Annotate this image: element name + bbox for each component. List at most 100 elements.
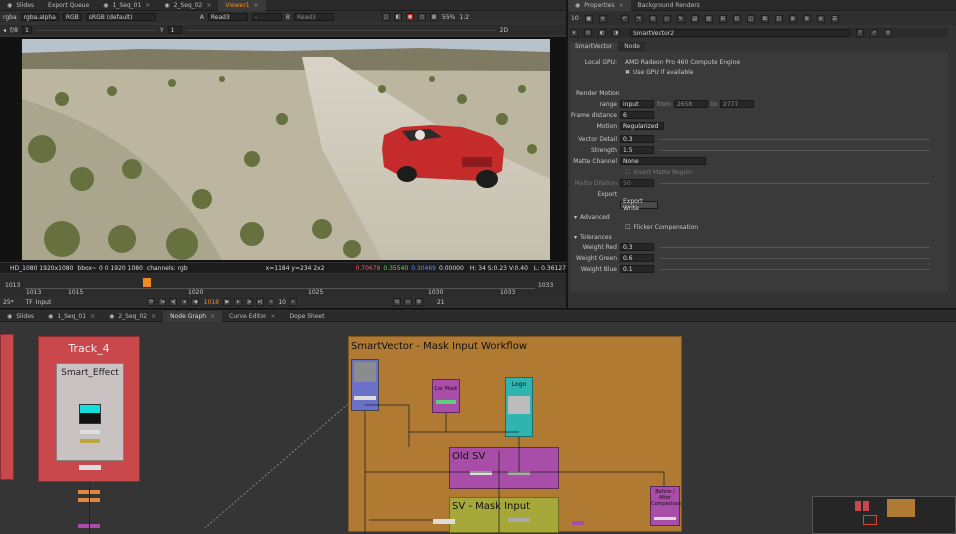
help-icon[interactable]: ? bbox=[856, 29, 864, 37]
redo-icon[interactable]: ↷ bbox=[634, 14, 643, 23]
tool-icon[interactable]: ⊠ bbox=[760, 14, 769, 23]
proxy-dropdown[interactable]: 1:2 bbox=[459, 14, 469, 21]
node-graph[interactable]: Track_4 Smart_Effect SmartVector - Mask … bbox=[0, 322, 956, 534]
prev-keyframe-button[interactable]: ◂| bbox=[169, 298, 178, 306]
step-back-button[interactable]: ◂ bbox=[180, 298, 189, 306]
range-mode-dropdown[interactable]: Input bbox=[36, 299, 52, 306]
last-frame-button[interactable]: ▸| bbox=[256, 298, 265, 306]
advanced-toggle[interactable]: ▾ bbox=[570, 214, 577, 221]
tab-dope-sheet[interactable]: Dope Sheet bbox=[283, 311, 332, 322]
close-icon[interactable]: × bbox=[145, 2, 150, 9]
cache-icon[interactable]: ⟳ bbox=[147, 298, 156, 306]
close-icon[interactable]: × bbox=[254, 2, 259, 9]
channels-dropdown[interactable]: rgba bbox=[3, 14, 17, 21]
node-icon[interactable]: ◇ bbox=[662, 14, 671, 23]
close-icon[interactable]: × bbox=[884, 29, 892, 37]
smart-effect-backdrop[interactable]: Smart_Effect bbox=[56, 363, 124, 461]
tool-icon[interactable]: ⊡ bbox=[774, 14, 783, 23]
node[interactable] bbox=[80, 439, 100, 443]
motion-dropdown[interactable]: Regularized bbox=[620, 122, 664, 130]
export-write-button[interactable]: Export Write bbox=[620, 198, 658, 212]
smartvector-backdrop[interactable]: SmartVector - Mask Input Workflow Car Ma… bbox=[348, 336, 682, 533]
lock-icon[interactable]: ▣ bbox=[584, 14, 593, 23]
display-dropdown[interactable]: sRGB (default) bbox=[85, 13, 156, 21]
timeline-format-dropdown[interactable]: TF bbox=[26, 299, 33, 306]
tab-seq-01[interactable]: ◉ 1_Seq_01 × bbox=[96, 0, 157, 11]
play-forward-button[interactable]: ▶ bbox=[223, 298, 232, 306]
weight-green-slider[interactable] bbox=[660, 258, 930, 259]
weight-red-field[interactable]: 0.3 bbox=[620, 243, 654, 251]
roi-icon[interactable]: ▢ bbox=[382, 13, 391, 21]
close-icon[interactable]: × bbox=[206, 2, 211, 9]
wipe-mode-dropdown[interactable]: - bbox=[251, 13, 282, 21]
matte-dilation-slider[interactable] bbox=[660, 183, 930, 184]
node-thumbnail[interactable] bbox=[79, 404, 101, 424]
tool-icon[interactable]: ⊞ bbox=[718, 14, 727, 23]
tab-slides-bottom[interactable]: ◉ Slides bbox=[0, 311, 41, 322]
strength-field[interactable]: 1.5 bbox=[620, 146, 654, 154]
weight-green-field[interactable]: 0.6 bbox=[620, 254, 654, 262]
tool-icon[interactable]: ▤ bbox=[690, 14, 699, 23]
close-icon[interactable]: × bbox=[619, 2, 624, 9]
before-after-node[interactable]: Before / After Comparison bbox=[650, 486, 681, 526]
loop-icon[interactable]: ⇆ bbox=[392, 298, 401, 306]
increment-field[interactable]: 10 bbox=[278, 299, 286, 306]
tab-viewer1[interactable]: Viewer1 × bbox=[218, 0, 266, 11]
close-icon[interactable]: × bbox=[210, 313, 215, 320]
tool-icon[interactable]: ⊕ bbox=[788, 14, 797, 23]
matte-dilation-field[interactable]: 50 bbox=[620, 179, 654, 187]
weight-blue-slider[interactable] bbox=[660, 269, 930, 270]
navigator-viewport[interactable] bbox=[863, 515, 877, 525]
tab-seq-01-bottom[interactable]: ◉ 1_Seq_01 × bbox=[41, 311, 102, 322]
close-icon[interactable]: × bbox=[90, 313, 95, 320]
tab-export-queue[interactable]: Export Queue bbox=[41, 0, 96, 11]
tab-background-renders[interactable]: Background Renders bbox=[631, 0, 707, 11]
tool-icon[interactable]: ⊗ bbox=[802, 14, 811, 23]
range-dropdown[interactable]: input bbox=[620, 100, 654, 108]
play-backward-button[interactable]: ◀ bbox=[191, 298, 200, 306]
zoom-dropdown[interactable]: 55% bbox=[442, 14, 455, 21]
step-forward-button[interactable]: ▸ bbox=[234, 298, 243, 306]
tool-icon[interactable]: ≡ bbox=[816, 14, 825, 23]
invert-matte-checkbox[interactable]: ☐ bbox=[620, 169, 630, 176]
use-gpu-checkbox[interactable]: ✖ bbox=[620, 69, 630, 76]
matte-channel-dropdown[interactable]: None bbox=[620, 157, 706, 165]
next-keyframe-button[interactable]: |▸ bbox=[245, 298, 254, 306]
flicker-checkbox[interactable]: ☐ bbox=[620, 224, 630, 231]
collapse-icon[interactable]: ▾ bbox=[570, 29, 578, 37]
tab-smartvector[interactable]: SmartVector bbox=[570, 42, 618, 51]
strength-slider[interactable] bbox=[660, 150, 930, 151]
tool-icon[interactable]: ⊟ bbox=[732, 14, 741, 23]
center-icon[interactable]: ⊙ bbox=[584, 29, 592, 37]
undo-icon[interactable]: ↶ bbox=[620, 14, 629, 23]
timeline[interactable]: 1013 1013 1015 1020 1025 1030 1033 1033 bbox=[0, 274, 566, 296]
tab-node-graph[interactable]: Node Graph × bbox=[163, 310, 223, 322]
a-input-dropdown[interactable]: Read3 bbox=[207, 13, 248, 21]
to-field[interactable]: 2777 bbox=[720, 100, 754, 108]
tab-slides[interactable]: ◉ Slides bbox=[0, 0, 41, 11]
track-backdrop[interactable]: Track_4 Smart_Effect bbox=[38, 336, 140, 482]
from-field[interactable]: 2658 bbox=[673, 100, 708, 108]
playhead[interactable] bbox=[143, 278, 151, 287]
tool-icon[interactable]: ✎ bbox=[676, 14, 685, 23]
colorspace-dropdown[interactable]: RGB bbox=[62, 13, 82, 21]
fstop-dropdown[interactable]: f/8 bbox=[10, 27, 18, 34]
tab-curve-editor[interactable]: Curve Editor × bbox=[222, 311, 282, 322]
record-icon[interactable]: ● bbox=[406, 13, 415, 21]
backdrop-node[interactable] bbox=[0, 334, 14, 480]
graph-navigator[interactable] bbox=[812, 496, 956, 534]
tab-seq-02-bottom[interactable]: ◉ 2_Seq_02 × bbox=[102, 311, 163, 322]
tool-icon[interactable]: ▥ bbox=[704, 14, 713, 23]
hue-icon[interactable]: ◑ bbox=[612, 29, 620, 37]
clear-panels-icon[interactable]: ✕ bbox=[598, 14, 607, 23]
node[interactable] bbox=[79, 465, 101, 470]
weight-blue-field[interactable]: 0.1 bbox=[620, 265, 654, 273]
tab-properties[interactable]: ◉ Properties × bbox=[568, 0, 631, 11]
tool-icon[interactable]: ☰ bbox=[830, 14, 839, 23]
skip-forward-icon[interactable]: » bbox=[288, 298, 297, 306]
tab-seq-02[interactable]: ◉ 2_Seq_02 × bbox=[157, 0, 218, 11]
skip-icon[interactable]: » bbox=[267, 298, 276, 306]
color-icon[interactable]: ◐ bbox=[598, 29, 606, 37]
viewer-canvas[interactable] bbox=[0, 37, 566, 262]
settings-icon[interactable]: ⚙ bbox=[414, 298, 423, 306]
